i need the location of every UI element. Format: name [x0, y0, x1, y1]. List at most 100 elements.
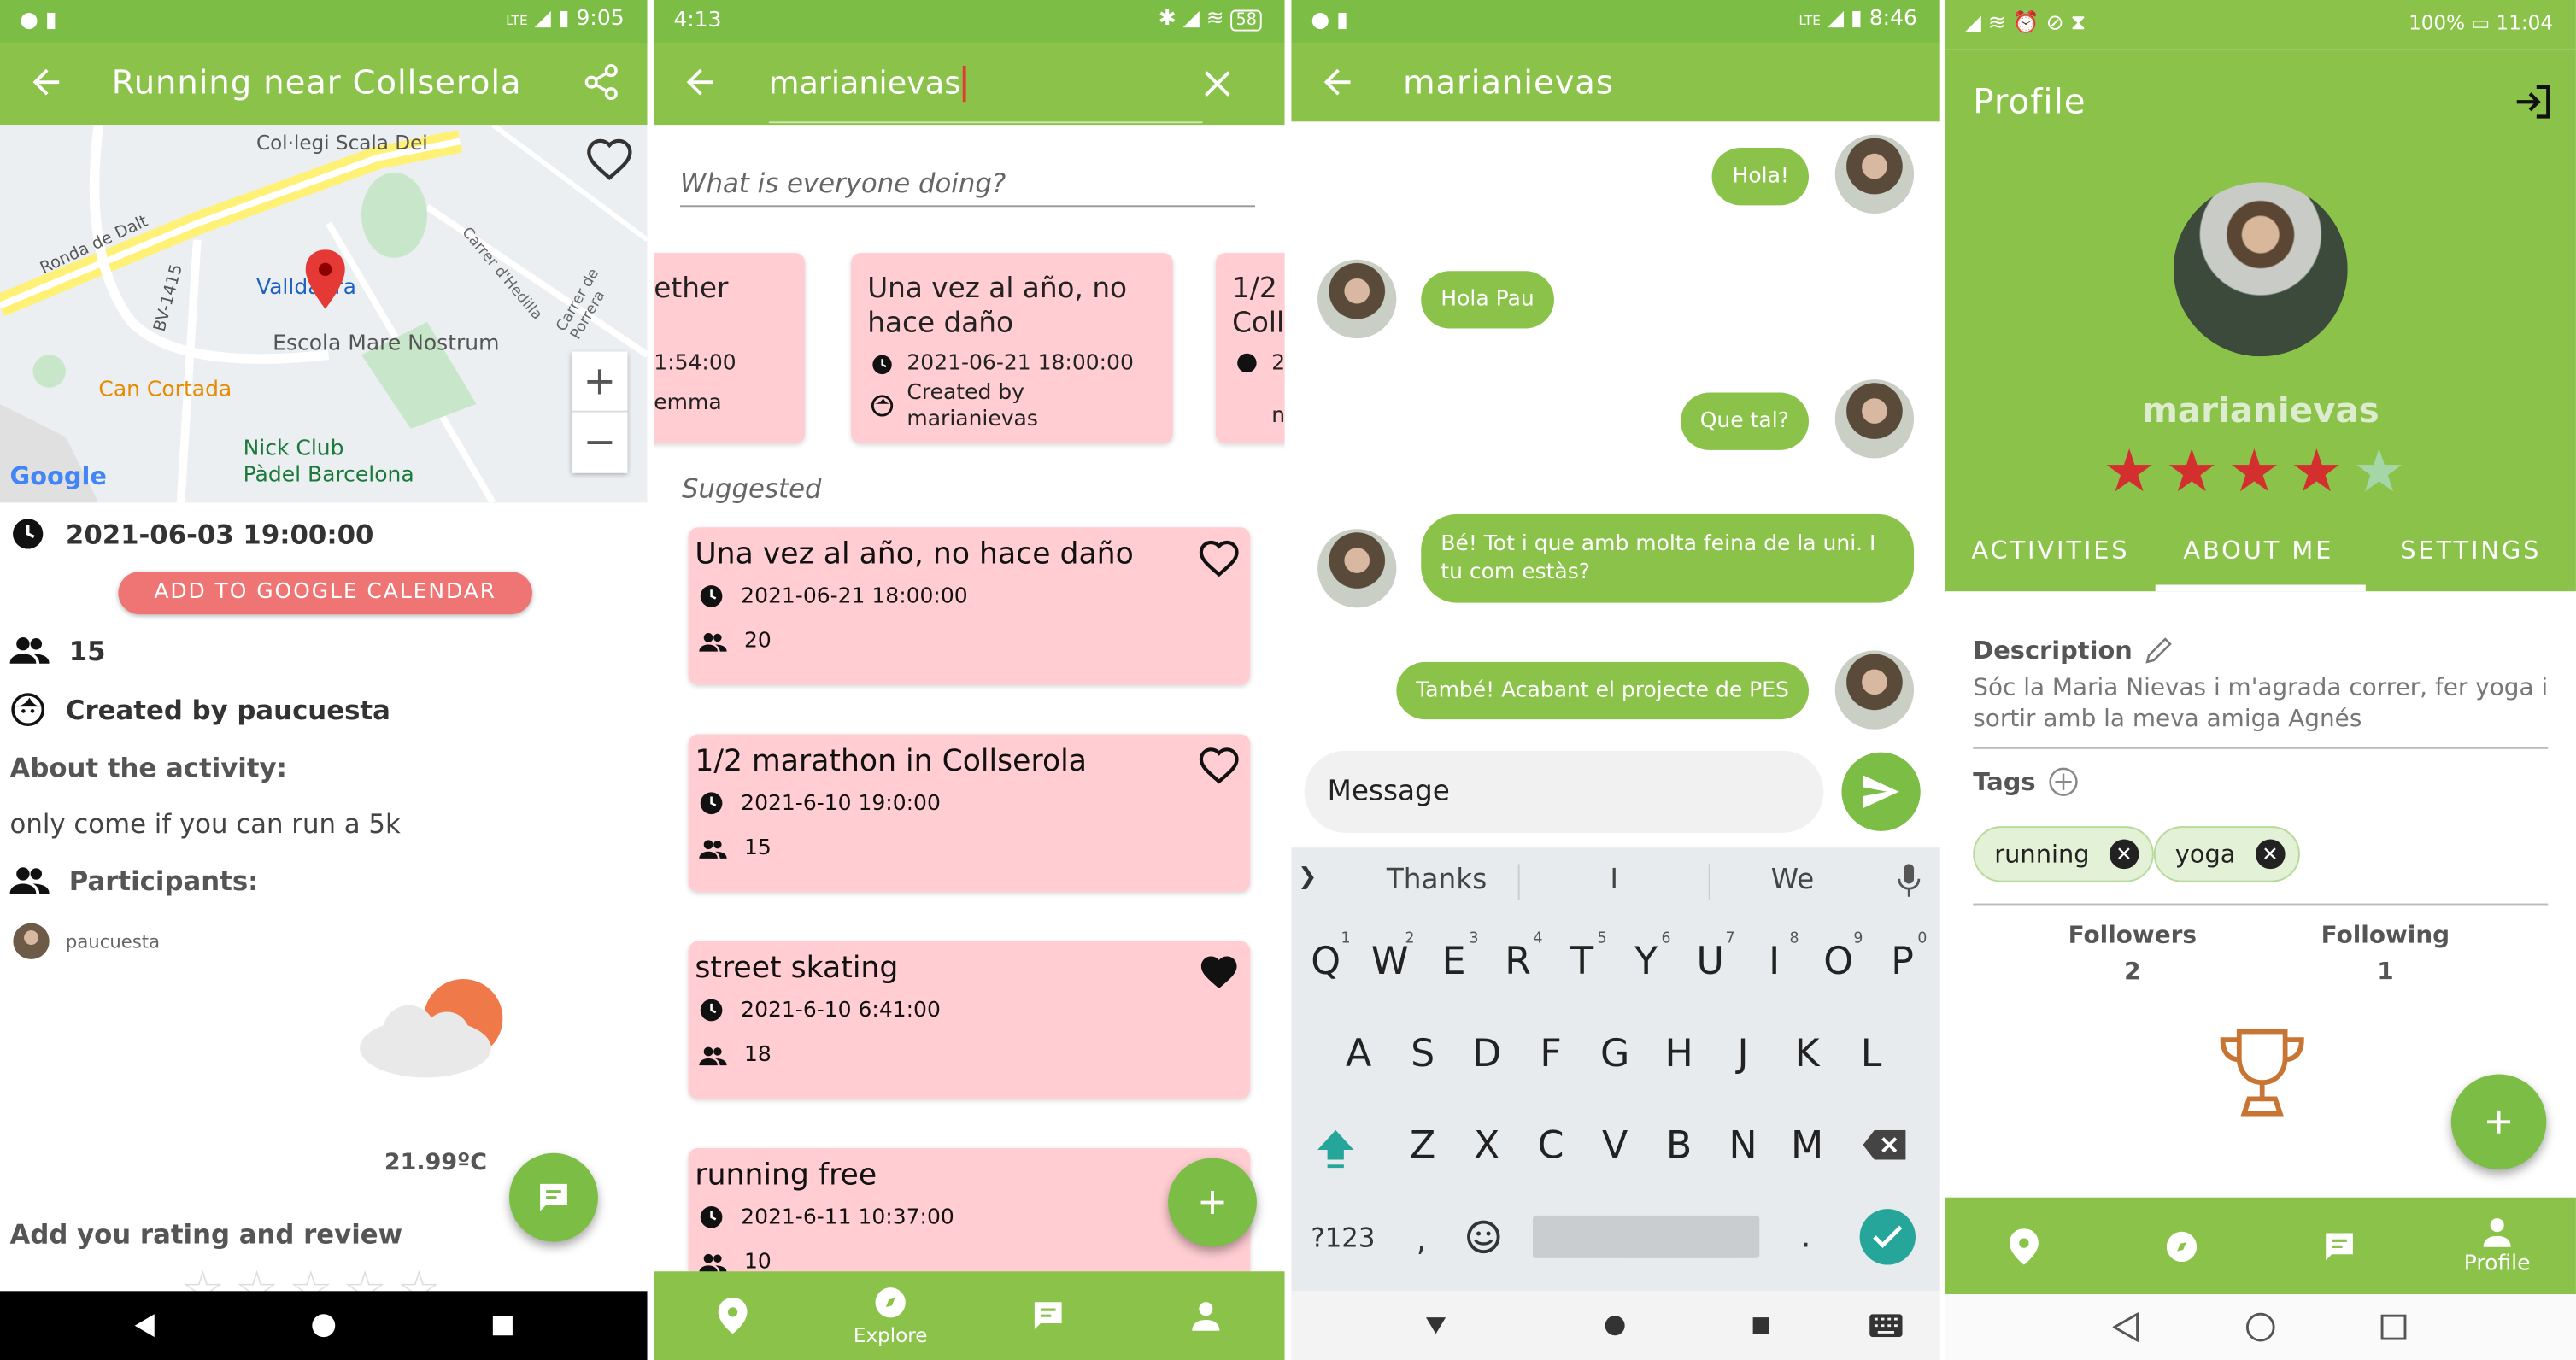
- participant-item[interactable]: paucuesta: [13, 923, 160, 959]
- key[interactable]: 4R: [1490, 926, 1546, 999]
- key[interactable]: V: [1587, 1111, 1642, 1183]
- key[interactable]: 9O: [1810, 926, 1866, 999]
- logout-icon[interactable]: [2514, 82, 2553, 121]
- avatar[interactable]: [1317, 259, 1397, 339]
- tab-settings[interactable]: SETTINGS: [2400, 536, 2541, 566]
- enter-key[interactable]: [1859, 1209, 1916, 1265]
- nav-chat[interactable]: [2274, 1198, 2405, 1294]
- tag-chip[interactable]: running ✕: [1973, 826, 2154, 882]
- period-key[interactable]: .: [1800, 1216, 1810, 1255]
- key[interactable]: 6Y: [1618, 926, 1674, 999]
- nav-back-button[interactable]: [2093, 1294, 2159, 1360]
- message-input[interactable]: Message: [1304, 750, 1824, 833]
- carousel-card[interactable]: Una vez al año, no hace daño 2021-06-21 …: [851, 253, 1173, 444]
- following-count[interactable]: 1: [2303, 959, 2467, 986]
- activity-card[interactable]: street skating 2021-6-10 6:41:00 18: [688, 941, 1251, 1099]
- shift-key[interactable]: [1314, 1127, 1364, 1173]
- trophy-icon[interactable]: [2215, 1025, 2310, 1121]
- nav-map[interactable]: [667, 1271, 799, 1360]
- heart-outline-icon[interactable]: [585, 135, 635, 185]
- zoom-out-button[interactable]: −: [572, 413, 627, 473]
- expand-icon[interactable]: ❯: [1298, 864, 1317, 890]
- following-label[interactable]: Following: [2303, 923, 2467, 950]
- key[interactable]: 8I: [1746, 926, 1802, 999]
- map-view[interactable]: Col·legi Scala Dei Ronda de Dalt BV-1415…: [0, 125, 648, 503]
- followers-label[interactable]: Followers: [2051, 923, 2215, 950]
- space-key[interactable]: [1532, 1215, 1760, 1258]
- back-arrow-icon[interactable]: [26, 62, 66, 102]
- nav-map[interactable]: [1958, 1198, 2090, 1294]
- composer-input[interactable]: What is everyone doing?: [680, 167, 1256, 208]
- key[interactable]: K: [1779, 1018, 1834, 1091]
- clear-icon[interactable]: [1202, 69, 1232, 99]
- key[interactable]: 0P: [1875, 926, 1930, 999]
- nav-recents-button[interactable]: [2361, 1294, 2426, 1360]
- backspace-key[interactable]: [1863, 1129, 1906, 1166]
- pencil-icon[interactable]: [2142, 634, 2174, 666]
- key[interactable]: G: [1587, 1018, 1642, 1091]
- key[interactable]: 5T: [1554, 926, 1610, 999]
- avatar[interactable]: [1834, 650, 1915, 730]
- suggestion[interactable]: Thanks: [1387, 864, 1487, 896]
- key[interactable]: S: [1394, 1018, 1450, 1091]
- nav-back-button[interactable]: [1403, 1291, 1469, 1360]
- keyboard-switch-button[interactable]: [1853, 1291, 1919, 1360]
- search-input[interactable]: marianievas: [769, 65, 966, 103]
- avatar[interactable]: [1317, 529, 1397, 608]
- back-arrow-icon[interactable]: [1317, 62, 1357, 102]
- key[interactable]: A: [1330, 1018, 1386, 1091]
- key[interactable]: B: [1651, 1111, 1706, 1183]
- remove-tag-icon[interactable]: ✕: [2255, 839, 2286, 870]
- suggestion[interactable]: I: [1610, 864, 1618, 896]
- nav-recents-button[interactable]: [470, 1291, 536, 1360]
- tag-chip[interactable]: yoga ✕: [2153, 826, 2300, 882]
- carousel-card[interactable]: ether 1:54:00 emma: [654, 253, 806, 444]
- microphone-icon[interactable]: [1898, 864, 1921, 897]
- key[interactable]: J: [1715, 1018, 1770, 1091]
- zoom-in-button[interactable]: +: [572, 351, 628, 413]
- remove-tag-icon[interactable]: ✕: [2109, 839, 2139, 870]
- key[interactable]: N: [1715, 1111, 1770, 1183]
- activity-card[interactable]: 1/2 marathon in Collserola 2021-6-10 19:…: [688, 734, 1251, 893]
- nav-explore[interactable]: [2116, 1198, 2248, 1294]
- nav-chat[interactable]: [983, 1271, 1114, 1360]
- key[interactable]: F: [1523, 1018, 1578, 1091]
- add-fab[interactable]: [2450, 1074, 2547, 1170]
- heart-filled-icon[interactable]: [1198, 951, 1241, 994]
- back-arrow-icon[interactable]: [680, 62, 719, 102]
- key[interactable]: Z: [1394, 1111, 1450, 1183]
- key[interactable]: 1Q: [1298, 926, 1353, 999]
- add-to-calendar-button[interactable]: ADD TO GOOGLE CALENDAR: [118, 572, 532, 615]
- send-button[interactable]: [1841, 752, 1921, 831]
- heart-outline-icon[interactable]: [1198, 744, 1241, 787]
- add-circle-icon[interactable]: [2049, 767, 2079, 797]
- avatar[interactable]: [1834, 379, 1915, 459]
- nav-home-button[interactable]: [290, 1291, 356, 1360]
- heart-outline-icon[interactable]: [1198, 537, 1241, 580]
- followers-count[interactable]: 2: [2051, 959, 2215, 986]
- comma-key[interactable]: ,: [1416, 1219, 1426, 1258]
- tab-activities[interactable]: ACTIVITIES: [1971, 536, 2129, 566]
- key[interactable]: 2W: [1362, 926, 1417, 999]
- map-pin-icon[interactable]: [305, 249, 345, 309]
- nav-recents-button[interactable]: [1728, 1291, 1794, 1360]
- chat-fab[interactable]: [509, 1152, 598, 1242]
- nav-home-button[interactable]: [1582, 1291, 1648, 1360]
- avatar[interactable]: [1834, 134, 1915, 214]
- emoji-key[interactable]: [1465, 1219, 1501, 1262]
- carousel-card[interactable]: 1/2 Coll 2 n: [1215, 253, 1285, 444]
- activity-card[interactable]: Una vez al año, no hace daño 2021-06-21 …: [688, 527, 1251, 685]
- key[interactable]: L: [1843, 1018, 1898, 1091]
- nav-profile[interactable]: Profile: [2432, 1198, 2563, 1294]
- key[interactable]: 7U: [1682, 926, 1738, 999]
- suggestion[interactable]: We: [1771, 864, 1815, 896]
- nav-home-button[interactable]: [2227, 1294, 2293, 1360]
- key[interactable]: M: [1779, 1111, 1834, 1183]
- add-activity-fab[interactable]: [1168, 1158, 1257, 1247]
- nav-explore[interactable]: Explore: [824, 1271, 956, 1360]
- key[interactable]: D: [1458, 1018, 1514, 1091]
- symbols-key[interactable]: ?123: [1311, 1222, 1375, 1254]
- key[interactable]: 3E: [1426, 926, 1482, 999]
- share-icon[interactable]: [582, 62, 621, 102]
- key[interactable]: X: [1458, 1111, 1514, 1183]
